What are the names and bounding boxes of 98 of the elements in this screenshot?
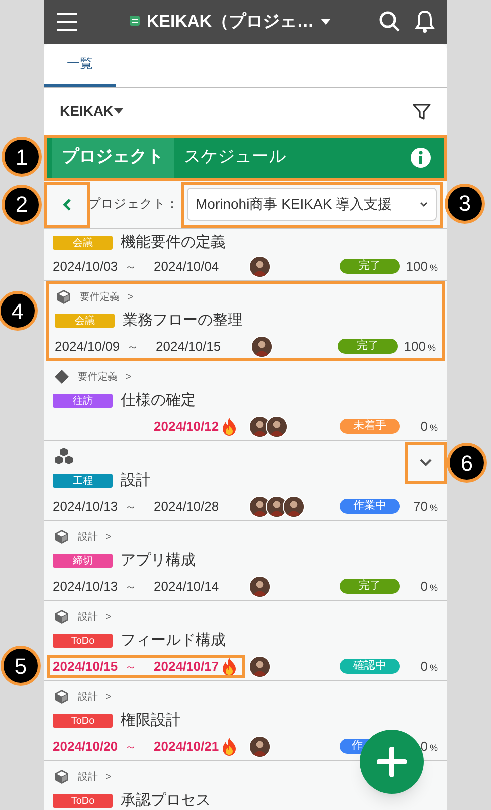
end-date: 2024/10/15 xyxy=(156,338,222,356)
date-separator: ～ xyxy=(125,738,137,756)
chevron-left-icon xyxy=(62,198,72,212)
category-tag: ToDo xyxy=(53,714,113,728)
status-badge: 作業中 xyxy=(340,499,400,514)
breadcrumb[interactable]: 設計 xyxy=(78,610,98,624)
end-date: 2024/10/14 xyxy=(154,578,220,596)
task-row[interactable]: 要件定義 > 会議 業務フローの整理 2024/10/09 ～ 2024/10/15 完了 100% xyxy=(46,281,445,361)
cube-icon xyxy=(56,289,72,305)
start-date: 2024/10/13 xyxy=(53,498,118,516)
task-row[interactable]: 工程 設計 2024/10/13 ～ 2024/10/28 作業中 70% xyxy=(44,441,447,521)
logo-icon xyxy=(128,15,141,29)
category-tag: 会議 xyxy=(53,236,113,250)
search-icon[interactable] xyxy=(379,11,401,33)
cube-icon xyxy=(54,769,70,785)
breadcrumb[interactable]: 要件定義 xyxy=(78,370,118,384)
end-date: 2024/10/04 xyxy=(154,258,220,276)
task-row[interactable]: 設計 > 締切 アプリ構成 2024/10/13 ～ 2024/10/14 完了 0% xyxy=(44,521,447,601)
fire-icon xyxy=(222,738,237,756)
task-title[interactable]: フィールド構成 xyxy=(121,630,226,652)
chevron-down-icon xyxy=(420,459,432,467)
task-title[interactable]: 設計 xyxy=(121,470,151,492)
category-tag: 工程 xyxy=(53,474,113,488)
category-tag: ToDo xyxy=(53,634,113,648)
breadcrumb[interactable]: 設計 xyxy=(78,770,98,784)
date-separator: ～ xyxy=(125,498,137,516)
task-row[interactable]: 要件定義 > 往訪 仕様の確定 2024/10/12 未着手 0% xyxy=(44,361,447,441)
start-date: 2024/10/09 xyxy=(55,338,120,356)
date-separator: ～ xyxy=(125,258,137,276)
header-title[interactable]: KEIKAK（プロジェ… xyxy=(146,9,314,35)
breadcrumb[interactable]: 設計 xyxy=(78,690,98,704)
cube-icon xyxy=(54,529,70,545)
date-separator: ～ xyxy=(127,338,139,356)
task-title[interactable]: 権限設計 xyxy=(121,710,181,732)
task-title[interactable]: アプリ構成 xyxy=(121,550,196,572)
start-date: 2024/10/13 xyxy=(53,578,118,596)
filter-icon[interactable] xyxy=(413,102,431,120)
callout-number: 6 xyxy=(447,443,487,483)
breadcrumb-arrow: > xyxy=(126,370,132,384)
breadcrumb-arrow: > xyxy=(106,770,112,784)
breadcrumb-arrow: > xyxy=(106,530,112,544)
project-label: プロジェクト： xyxy=(88,196,179,214)
end-date: 2024/10/17 xyxy=(154,658,220,676)
status-badge: 未着手 xyxy=(340,419,400,434)
fire-icon xyxy=(222,418,237,436)
caret-down-icon[interactable] xyxy=(114,108,124,115)
breadcrumb-arrow: > xyxy=(106,610,112,624)
callout-number: 5 xyxy=(1,646,41,686)
bell-icon[interactable] xyxy=(415,10,435,34)
start-date: 2024/10/20 xyxy=(53,738,118,756)
status-badge: 完了 xyxy=(338,339,398,354)
caret-down-icon[interactable] xyxy=(320,18,332,26)
task-title[interactable]: 機能要件の定義 xyxy=(121,232,226,254)
info-icon[interactable] xyxy=(411,148,431,168)
progress-value: 100% xyxy=(403,338,436,356)
cube-icon xyxy=(54,609,70,625)
progress-value: 0% xyxy=(420,738,438,756)
start-date: 2024/10/03 xyxy=(53,258,118,276)
progress-value: 70% xyxy=(412,498,438,516)
breadcrumb[interactable]: 要件定義 xyxy=(80,290,120,304)
diamond-icon xyxy=(54,369,70,385)
category-tag: 往訪 xyxy=(53,394,113,408)
callout-number: 2 xyxy=(2,184,42,224)
breadcrumb-arrow: > xyxy=(106,690,112,704)
menu-icon[interactable] xyxy=(56,12,78,32)
date-separator: ～ xyxy=(125,658,137,676)
status-badge: 完了 xyxy=(340,259,400,274)
category-tag: 会議 xyxy=(55,314,115,328)
view-tab[interactable]: スケジュール xyxy=(174,135,296,181)
callout-number: 3 xyxy=(445,184,485,224)
callout-number: 4 xyxy=(0,291,38,331)
workspace-label[interactable]: KEIKAK xyxy=(60,101,114,122)
project-select[interactable]: Morinohi商事 KEIKAK 導入支援 xyxy=(187,188,437,221)
progress-value: 0% xyxy=(420,578,438,596)
breadcrumb-arrow: > xyxy=(128,290,134,304)
task-title[interactable]: 承認プロセス xyxy=(121,790,211,810)
chevron-down-icon xyxy=(420,202,428,208)
end-date: 2024/10/21 xyxy=(154,738,220,756)
status-badge: 確認中 xyxy=(340,659,400,674)
breadcrumb[interactable]: 設計 xyxy=(78,530,98,544)
end-date: 2024/10/12 xyxy=(154,418,220,436)
plus-icon xyxy=(377,747,407,777)
progress-value: 0% xyxy=(420,418,438,436)
date-separator: ～ xyxy=(125,578,137,596)
start-date: 2024/10/15 xyxy=(53,658,118,676)
task-title[interactable]: 業務フローの整理 xyxy=(123,310,243,332)
category-tag: ToDo xyxy=(53,794,113,808)
task-row[interactable]: 会議 機能要件の定義 2024/10/03 ～ 2024/10/04 完了 100% xyxy=(44,229,447,281)
cubes-icon xyxy=(54,448,74,466)
fire-icon xyxy=(222,658,237,676)
cube-icon xyxy=(54,689,70,705)
callout-number: 1 xyxy=(2,137,42,177)
status-badge: 完了 xyxy=(340,579,400,594)
progress-value: 0% xyxy=(420,658,438,676)
category-tag: 締切 xyxy=(53,554,113,568)
progress-value: 100% xyxy=(405,258,438,276)
task-title[interactable]: 仕様の確定 xyxy=(121,390,196,412)
end-date: 2024/10/28 xyxy=(154,498,220,516)
